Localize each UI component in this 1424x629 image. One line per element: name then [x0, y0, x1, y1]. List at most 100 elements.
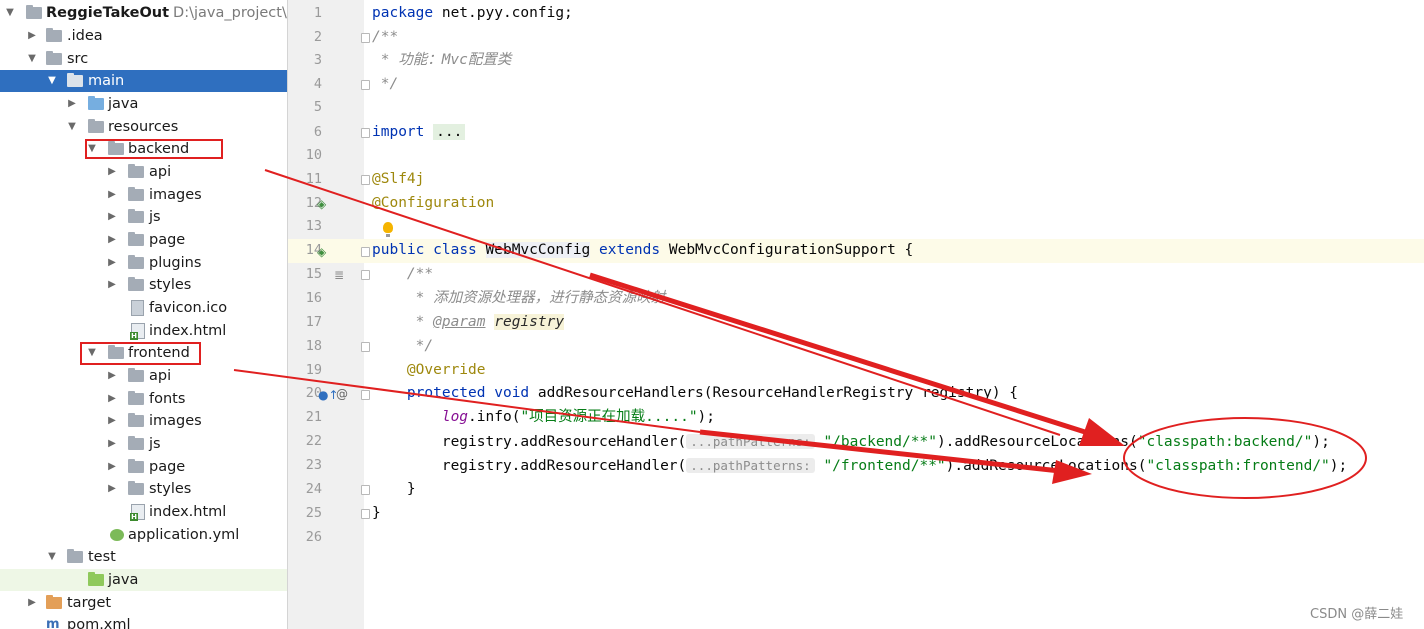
tree-item-backend-page[interactable]: ▶ page — [0, 229, 287, 251]
keyword: void — [494, 385, 530, 401]
folder-icon — [128, 413, 144, 427]
fold-marker-icon[interactable] — [361, 342, 370, 352]
fold-marker-icon[interactable] — [361, 80, 370, 90]
spring-bean-icon[interactable]: ◈ — [317, 245, 326, 259]
chevron-down-icon[interactable]: ▼ — [66, 116, 78, 138]
tree-item-label: fonts — [149, 391, 186, 407]
tree-item-frontend-fonts[interactable]: ▶ fonts — [0, 388, 287, 410]
folder-icon — [128, 277, 144, 291]
tree-item-target[interactable]: ▶ target — [0, 592, 287, 614]
tree-item-label: main — [88, 73, 125, 89]
tree-item-backend-js[interactable]: ▶ js — [0, 206, 287, 228]
chevron-right-icon[interactable]: ▶ — [106, 433, 118, 455]
project-folder-icon — [26, 5, 42, 19]
tree-item-backend-api[interactable]: ▶ api — [0, 161, 287, 183]
javadoc-param: registry — [494, 314, 565, 330]
fold-marker-icon[interactable] — [361, 175, 370, 185]
tree-item-application-yml[interactable]: application.yml — [0, 524, 287, 546]
chevron-right-icon[interactable]: ▶ — [106, 252, 118, 274]
string-literal: "/backend/**" — [823, 434, 937, 450]
chevron-right-icon[interactable]: ▶ — [26, 592, 38, 614]
keyword: import — [372, 124, 425, 140]
tree-item-frontend-styles[interactable]: ▶ styles — [0, 478, 287, 500]
chevron-right-icon[interactable]: ▶ — [26, 25, 38, 47]
string-literal: "项目资源正在加载....." — [520, 409, 698, 425]
excluded-folder-icon — [46, 595, 62, 609]
tree-item-main[interactable]: ▼ main — [0, 70, 287, 92]
chevron-right-icon[interactable]: ▶ — [106, 161, 118, 183]
chevron-right-icon[interactable]: ▶ — [106, 274, 118, 296]
tree-item-favicon[interactable]: favicon.ico — [0, 297, 287, 319]
code-line-14: public class WebMvcConfig extends WebMvc… — [372, 239, 913, 263]
tree-item-idea[interactable]: ▶ .idea — [0, 25, 287, 47]
chevron-right-icon[interactable]: ▶ — [106, 184, 118, 206]
code-line-4: */ — [372, 76, 399, 92]
chevron-right-icon[interactable]: ▶ — [106, 365, 118, 387]
tree-item-test-java[interactable]: java — [0, 569, 287, 591]
code-line-6: import ... — [372, 121, 466, 145]
chevron-down-icon[interactable]: ▼ — [46, 546, 58, 568]
code-text: * — [372, 314, 434, 330]
code-line-17: * @param registry — [372, 311, 565, 335]
chevron-right-icon[interactable]: ▶ — [106, 478, 118, 500]
chevron-down-icon[interactable]: ▼ — [4, 2, 16, 24]
chevron-right-icon[interactable]: ▶ — [106, 206, 118, 228]
folder-icon — [128, 209, 144, 223]
line-number: 15 — [305, 266, 322, 282]
tree-item-backend-index[interactable]: index.html — [0, 320, 287, 342]
code-text: registry.addResourceHandler( — [372, 458, 687, 474]
chevron-down-icon[interactable]: ▼ — [26, 48, 38, 70]
fold-marker-icon[interactable] — [361, 247, 370, 257]
chevron-right-icon[interactable]: ▶ — [106, 456, 118, 478]
line-number: 2 — [313, 29, 322, 45]
fold-marker-icon[interactable] — [361, 485, 370, 495]
lightbulb-icon[interactable] — [383, 222, 393, 237]
fold-marker-icon[interactable] — [361, 509, 370, 519]
test-source-folder-icon — [88, 572, 104, 586]
tree-item-src[interactable]: ▼ src — [0, 48, 287, 70]
tree-item-backend-plugins[interactable]: ▶ plugins — [0, 252, 287, 274]
tree-item-resources[interactable]: ▼ resources — [0, 116, 287, 138]
folder-icon — [128, 481, 144, 495]
folder-icon — [128, 255, 144, 269]
fold-marker-icon[interactable] — [361, 128, 370, 138]
tree-item-label: styles — [149, 481, 192, 497]
chevron-right-icon[interactable]: ▶ — [106, 410, 118, 432]
tree-item-label: application.yml — [128, 527, 240, 543]
tree-item-backend-styles[interactable]: ▶ styles — [0, 274, 287, 296]
keyword: protected — [406, 385, 486, 401]
tree-item-java[interactable]: ▶ java — [0, 93, 287, 115]
tree-item-frontend-index[interactable]: index.html — [0, 501, 287, 523]
chevron-right-icon[interactable]: ▶ — [106, 388, 118, 410]
folder-icon — [128, 164, 144, 178]
tree-item-test[interactable]: ▼ test — [0, 546, 287, 568]
folder-icon — [128, 187, 144, 201]
line-number: 11 — [305, 171, 322, 187]
tree-item-frontend-images[interactable]: ▶ images — [0, 410, 287, 432]
fold-marker-icon[interactable] — [361, 270, 370, 280]
tree-item-project-root[interactable]: ▼ ReggieTakeOutD:\java_project\Reg — [0, 2, 287, 24]
tree-item-frontend-api[interactable]: ▶ api — [0, 365, 287, 387]
fold-marker-icon[interactable] — [361, 390, 370, 400]
tree-item-label: test — [88, 549, 116, 565]
folded-imports[interactable]: ... — [433, 124, 466, 140]
class-name: WebMvcConfig — [485, 242, 591, 258]
annotation-icon[interactable]: @ — [336, 387, 348, 401]
tree-item-pom[interactable]: m pom.xml — [0, 614, 287, 629]
folder-icon — [128, 436, 144, 450]
tree-item-frontend-page[interactable]: ▶ page — [0, 456, 287, 478]
tree-item-backend-images[interactable]: ▶ images — [0, 184, 287, 206]
tree-item-label: index.html — [149, 323, 227, 339]
tree-item-label: images — [149, 187, 202, 203]
rendered-doc-icon[interactable]: ≣ — [334, 268, 344, 282]
fold-marker-icon[interactable] — [361, 33, 370, 43]
spring-bean-icon[interactable]: ◈ — [317, 197, 326, 211]
chevron-right-icon[interactable]: ▶ — [66, 93, 78, 115]
code-text: ).addResourceLocations( — [945, 458, 1147, 474]
line-number: 19 — [305, 362, 322, 378]
chevron-right-icon[interactable]: ▶ — [106, 229, 118, 251]
code-text: ); — [697, 409, 716, 425]
log-field: log — [441, 409, 469, 425]
tree-item-frontend-js[interactable]: ▶ js — [0, 433, 287, 455]
chevron-down-icon[interactable]: ▼ — [46, 70, 58, 92]
